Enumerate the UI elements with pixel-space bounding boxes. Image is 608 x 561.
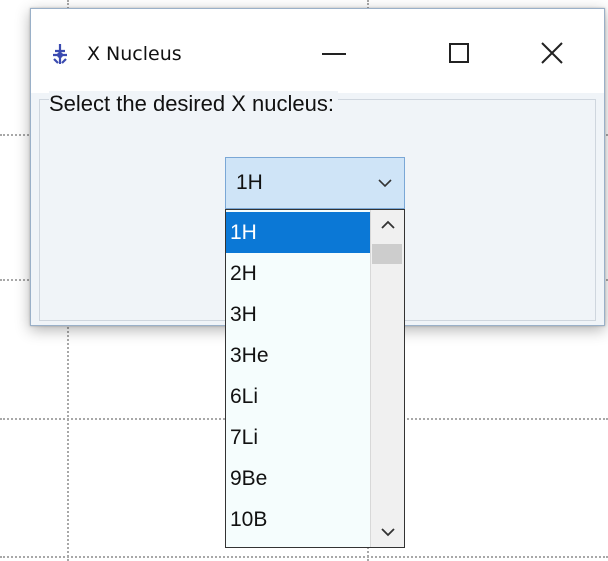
close-button[interactable] (527, 35, 577, 71)
group-label: Select the desired X nucleus: (49, 91, 338, 117)
scroll-up-button[interactable] (371, 210, 404, 240)
chevron-up-icon (381, 220, 395, 229)
minimize-button[interactable] (309, 35, 359, 71)
list-item[interactable]: 2H (226, 253, 370, 294)
background-grid-line (0, 556, 608, 558)
close-icon (541, 42, 563, 64)
list-item[interactable]: 1H (226, 212, 370, 253)
scroll-down-button[interactable] (371, 517, 404, 547)
nucleus-dropdown-list[interactable]: 1H 2H 3H 3He 6Li 7Li 9Be 10B (225, 209, 405, 548)
list-scrollbar[interactable] (370, 210, 404, 547)
list-item[interactable]: 7Li (226, 417, 370, 458)
app-icon (53, 44, 67, 64)
list-item[interactable]: 3He (226, 335, 370, 376)
nucleus-combobox[interactable]: 1H (225, 157, 405, 209)
minimize-icon (322, 53, 346, 55)
scroll-thumb[interactable] (372, 244, 402, 264)
maximize-button[interactable] (435, 35, 485, 71)
list-item[interactable]: 6Li (226, 376, 370, 417)
list-item[interactable]: 10B (226, 499, 370, 540)
maximize-icon (449, 43, 469, 63)
window-title: X Nucleus (87, 43, 182, 65)
combobox-value: 1H (236, 171, 263, 194)
title-bar[interactable]: X Nucleus (31, 9, 604, 93)
list-item[interactable]: 3H (226, 294, 370, 335)
chevron-down-icon (381, 528, 395, 537)
list-item[interactable]: 9Be (226, 458, 370, 499)
chevron-down-icon (378, 179, 392, 188)
